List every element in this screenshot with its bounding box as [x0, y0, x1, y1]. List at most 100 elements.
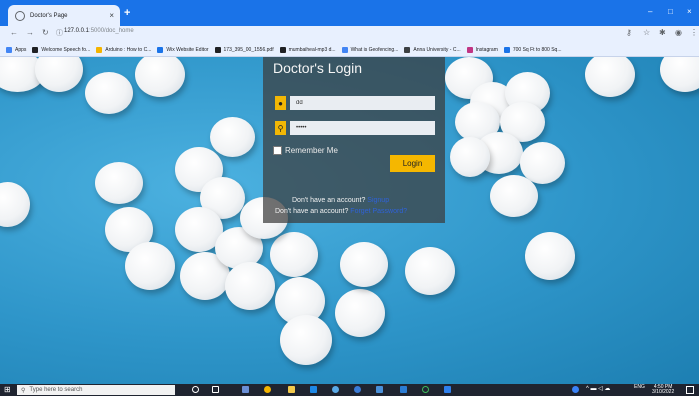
minimize-button[interactable]: –	[648, 7, 652, 16]
bookmark-item[interactable]: Welcome Speech fo...	[32, 46, 91, 53]
pill-image	[0, 182, 30, 227]
bookmark-icon	[404, 46, 411, 53]
tab-title: Doctor's Page	[30, 12, 68, 19]
clock[interactable]: 4:50 PM 3/10/2022	[652, 385, 674, 395]
forgot-password-link[interactable]: Forget Password?	[350, 208, 407, 215]
bookmarks-bar: Apps Welcome Speech fo... Arduino : How to…	[0, 43, 699, 57]
info-icon[interactable]: ⓘ	[56, 28, 63, 38]
forward-icon[interactable]: →	[26, 28, 34, 37]
menu-icon[interactable]: ⋮	[690, 28, 698, 37]
cortana-icon[interactable]	[192, 386, 199, 393]
bookmark-label: Wix Website Editor	[166, 46, 209, 53]
bookmark-item[interactable]: What is Geofencing...	[341, 46, 399, 53]
pill-image	[490, 175, 538, 217]
url-host: 127.0.0.1	[64, 28, 90, 34]
bookmark-item[interactable]: mumbaiheal-mp3 d...	[279, 46, 336, 53]
vscode-icon[interactable]	[444, 386, 451, 393]
signup-prompt: Don't have an account?	[292, 197, 366, 204]
people-icon[interactable]	[572, 386, 579, 393]
maximize-button[interactable]: □	[668, 7, 673, 16]
reload-icon[interactable]: ↻	[42, 28, 49, 37]
bookmark-icon	[466, 46, 473, 53]
app-icon[interactable]	[242, 386, 249, 393]
pill-image	[335, 289, 385, 337]
taskbar-search-placeholder: Type here to search	[29, 387, 83, 393]
key-icon[interactable]: ⚷	[626, 28, 632, 37]
remember-checkbox[interactable]	[273, 146, 282, 155]
close-window-button[interactable]: ×	[687, 7, 692, 16]
file-explorer-icon[interactable]	[288, 386, 295, 393]
pill-image	[35, 57, 83, 92]
edge-icon[interactable]	[354, 386, 361, 393]
bookmark-item[interactable]: 173_395_00_1556.pdf	[214, 46, 274, 53]
forgot-line: Don't have an account? Forget Password?	[275, 208, 407, 215]
bookmark-icon	[279, 46, 286, 53]
profile-icon[interactable]: ◉	[675, 28, 682, 37]
signup-link[interactable]: Signup	[367, 197, 389, 204]
tray-icons[interactable]: ^ ▬ ◁ ☁	[586, 385, 610, 392]
bookmark-label: 173_395_00_1556.pdf	[223, 46, 274, 53]
bookmark-icon	[157, 46, 164, 53]
forgot-prompt: Don't have an account?	[275, 208, 349, 215]
pill-image	[225, 262, 275, 310]
pill-image	[210, 117, 255, 157]
star-icon[interactable]: ☆	[643, 28, 650, 37]
pill-image	[450, 137, 490, 177]
pill-image	[405, 247, 455, 295]
bookmark-label: Arduino : How to C...	[105, 46, 152, 53]
task-view-icon[interactable]	[212, 386, 219, 393]
key-icon: ⚲	[275, 121, 286, 135]
chrome-icon[interactable]	[264, 386, 271, 393]
bookmark-label: mumbaiheal-mp3 d...	[288, 46, 336, 53]
notification-icon[interactable]	[686, 386, 694, 394]
address-bar[interactable]: 127.0.0.1:5000/doc_home	[64, 28, 134, 34]
bookmark-label: Instagram	[475, 46, 498, 53]
bookmark-icon	[503, 46, 510, 53]
bookmark-label: 700 Sq Ft to 800 Sq...	[512, 46, 562, 53]
bookmark-item[interactable]: Apps	[6, 46, 27, 53]
windows-start-icon[interactable]: ⊞	[4, 385, 11, 394]
bookmark-label: Apps	[15, 46, 27, 53]
remember-me[interactable]: Remember Me	[273, 146, 338, 155]
pill-image	[95, 162, 143, 204]
pill-image	[270, 232, 318, 277]
bookmark-label: Anna University - C...	[413, 46, 461, 53]
bookmark-label: What is Geofencing...	[350, 46, 399, 53]
app-icon[interactable]	[422, 386, 429, 393]
taskbar-search[interactable]: ⚲ Type here to search	[17, 385, 175, 395]
bookmark-item[interactable]: Arduino : How to C...	[96, 46, 152, 53]
bookmark-item[interactable]: Anna University - C...	[404, 46, 461, 53]
app-icon[interactable]	[400, 386, 407, 393]
pill-image	[660, 57, 699, 92]
extension-icon[interactable]: ✱	[659, 28, 666, 37]
pill-image	[125, 242, 175, 290]
browser-tab[interactable]: Doctor's Page ×	[8, 5, 120, 26]
search-icon: ⚲	[21, 387, 26, 394]
clock-date: 3/10/2022	[652, 389, 675, 395]
back-icon[interactable]: ←	[10, 28, 18, 37]
signup-line: Don't have an account? Signup	[292, 197, 389, 204]
bookmark-icon	[341, 46, 348, 53]
username-field[interactable]	[290, 96, 435, 110]
password-field[interactable]	[290, 121, 435, 135]
login-title: Doctor's Login	[273, 60, 363, 76]
bookmark-icon	[6, 46, 12, 53]
bookmark-item[interactable]: Instagram	[466, 46, 498, 53]
pill-image	[525, 232, 575, 280]
mail-icon[interactable]	[376, 386, 383, 393]
close-tab-icon[interactable]: ×	[109, 11, 114, 20]
globe-icon	[15, 10, 25, 21]
login-button[interactable]: Login	[390, 155, 435, 172]
language-indicator[interactable]: ENG	[634, 385, 645, 390]
bookmark-label: Welcome Speech fo...	[41, 46, 91, 53]
pill-image	[85, 72, 133, 114]
user-icon: ●	[275, 96, 286, 110]
bookmark-item[interactable]: 700 Sq Ft to 800 Sq...	[503, 46, 562, 53]
bookmark-item[interactable]: Wix Website Editor	[157, 46, 209, 53]
app-icon[interactable]	[332, 386, 339, 393]
app-icon[interactable]	[310, 386, 317, 393]
bookmark-icon	[214, 46, 221, 53]
bookmark-icon	[96, 46, 103, 53]
pill-image	[135, 57, 185, 97]
new-tab-button[interactable]: +	[124, 7, 130, 19]
